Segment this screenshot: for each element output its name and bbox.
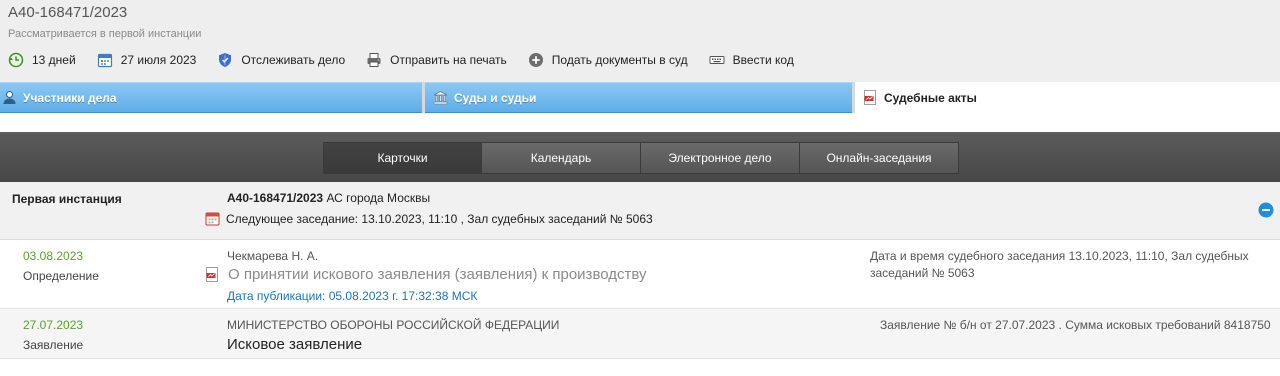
tab-courts-label: Суды и судьи: [454, 90, 537, 105]
enter-code-button[interactable]: Ввести код: [709, 52, 794, 68]
instance-header: Первая инстанция А40-168471/2023 АС горо…: [0, 182, 1280, 240]
submit-documents-button[interactable]: Подать документы в суд: [528, 52, 688, 68]
calendar-icon: [97, 52, 113, 68]
enter-code-label: Ввести код: [732, 53, 794, 67]
date-indicator[interactable]: 27 июля 2023: [97, 52, 197, 68]
subtab-calendar[interactable]: Календарь: [482, 142, 641, 174]
row-date: 27.07.2023: [23, 318, 84, 332]
instance-title: Первая инстанция: [12, 192, 122, 206]
row-type: Заявление: [23, 338, 84, 352]
next-session-text: Следующее заседание: 13.10.2023, 11:10 ,…: [226, 211, 653, 226]
pdf-icon: [205, 267, 220, 282]
tab-participants-label: Участники дела: [23, 90, 117, 105]
pdf-icon: [863, 90, 878, 105]
row-document-link[interactable]: Исковое заявление: [227, 336, 362, 353]
list-item: 03.08.2023 Определение Чекмарева Н. А. О…: [0, 240, 1280, 309]
row-type: Определение: [23, 269, 99, 283]
case-status-text: Рассматривается в первой инстанции: [8, 28, 202, 40]
row-date: 03.08.2023: [23, 249, 84, 263]
row-document-link[interactable]: О принятии искового заявления (заявления…: [205, 266, 647, 283]
subtab-cards[interactable]: Карточки: [323, 142, 482, 174]
plus-circle-icon: [528, 52, 544, 68]
row-document-title: О принятии искового заявления (заявления…: [228, 266, 647, 283]
subtab-electronic-case[interactable]: Электронное дело: [641, 142, 800, 174]
calendar-icon: [205, 211, 220, 226]
clock-back-icon: [8, 52, 24, 68]
track-case-label: Отслеживать дело: [241, 53, 346, 67]
case-number-title: А40-168471/2023: [8, 4, 128, 21]
row-party: МИНИСТЕРСТВО ОБОРОНЫ РОССИЙСКОЙ ФЕДЕРАЦИ…: [227, 318, 560, 332]
row-judge: Чекмарева Н. А.: [227, 249, 319, 263]
row-publication-date[interactable]: Дата публикации: 05.08.2023 г. 17:32:38 …: [227, 289, 477, 303]
instance-court: АС города Москвы: [326, 191, 431, 205]
track-case-button[interactable]: Отслеживать дело: [217, 52, 345, 68]
shield-icon: [217, 52, 233, 68]
keyboard-icon: [709, 52, 725, 68]
row-note: Заявление № б/н от 27.07.2023 . Сумма ис…: [880, 318, 1271, 332]
collapse-icon[interactable]: [1258, 202, 1274, 218]
row-note: Дата и время судебного заседания 13.10.2…: [870, 249, 1249, 280]
days-indicator[interactable]: 13 дней: [8, 52, 76, 68]
user-icon: [2, 90, 17, 105]
date-label: 27 июля 2023: [120, 53, 197, 67]
days-label: 13 дней: [32, 53, 76, 67]
main-tabs: Участники дела Суды и судьи Судебные акт…: [0, 82, 1280, 115]
print-label: Отправить на печать: [390, 53, 507, 67]
tab-judicial-acts[interactable]: Судебные акты: [855, 82, 1280, 113]
tab-courts[interactable]: Суды и судьи: [425, 82, 852, 113]
list-item: 27.07.2023 Заявление МИНИСТЕРСТВО ОБОРОН…: [0, 309, 1280, 359]
tab-participants[interactable]: Участники дела: [0, 82, 422, 113]
toolbar: 13 дней 27 июля 2023 Отслеживать дело От…: [8, 50, 815, 70]
tab-judicial-acts-label: Судебные акты: [884, 90, 977, 105]
next-session: Следующее заседание: 13.10.2023, 11:10 ,…: [205, 211, 653, 226]
subtab-online-sessions[interactable]: Онлайн-заседания: [800, 142, 959, 174]
printer-icon: [366, 52, 382, 68]
instance-case-info: А40-168471/2023 АС города Москвы: [227, 191, 430, 205]
view-switcher-bar: Карточки Календарь Электронное дело Онла…: [0, 132, 1280, 182]
submit-documents-label: Подать документы в суд: [551, 53, 688, 67]
case-header: А40-168471/2023 Рассматривается в первой…: [0, 0, 1280, 82]
instance-case-number: А40-168471/2023: [227, 191, 324, 205]
print-button[interactable]: Отправить на печать: [366, 52, 507, 68]
courthouse-icon: [433, 90, 448, 105]
view-switcher: Карточки Календарь Электронное дело Онла…: [323, 142, 959, 174]
